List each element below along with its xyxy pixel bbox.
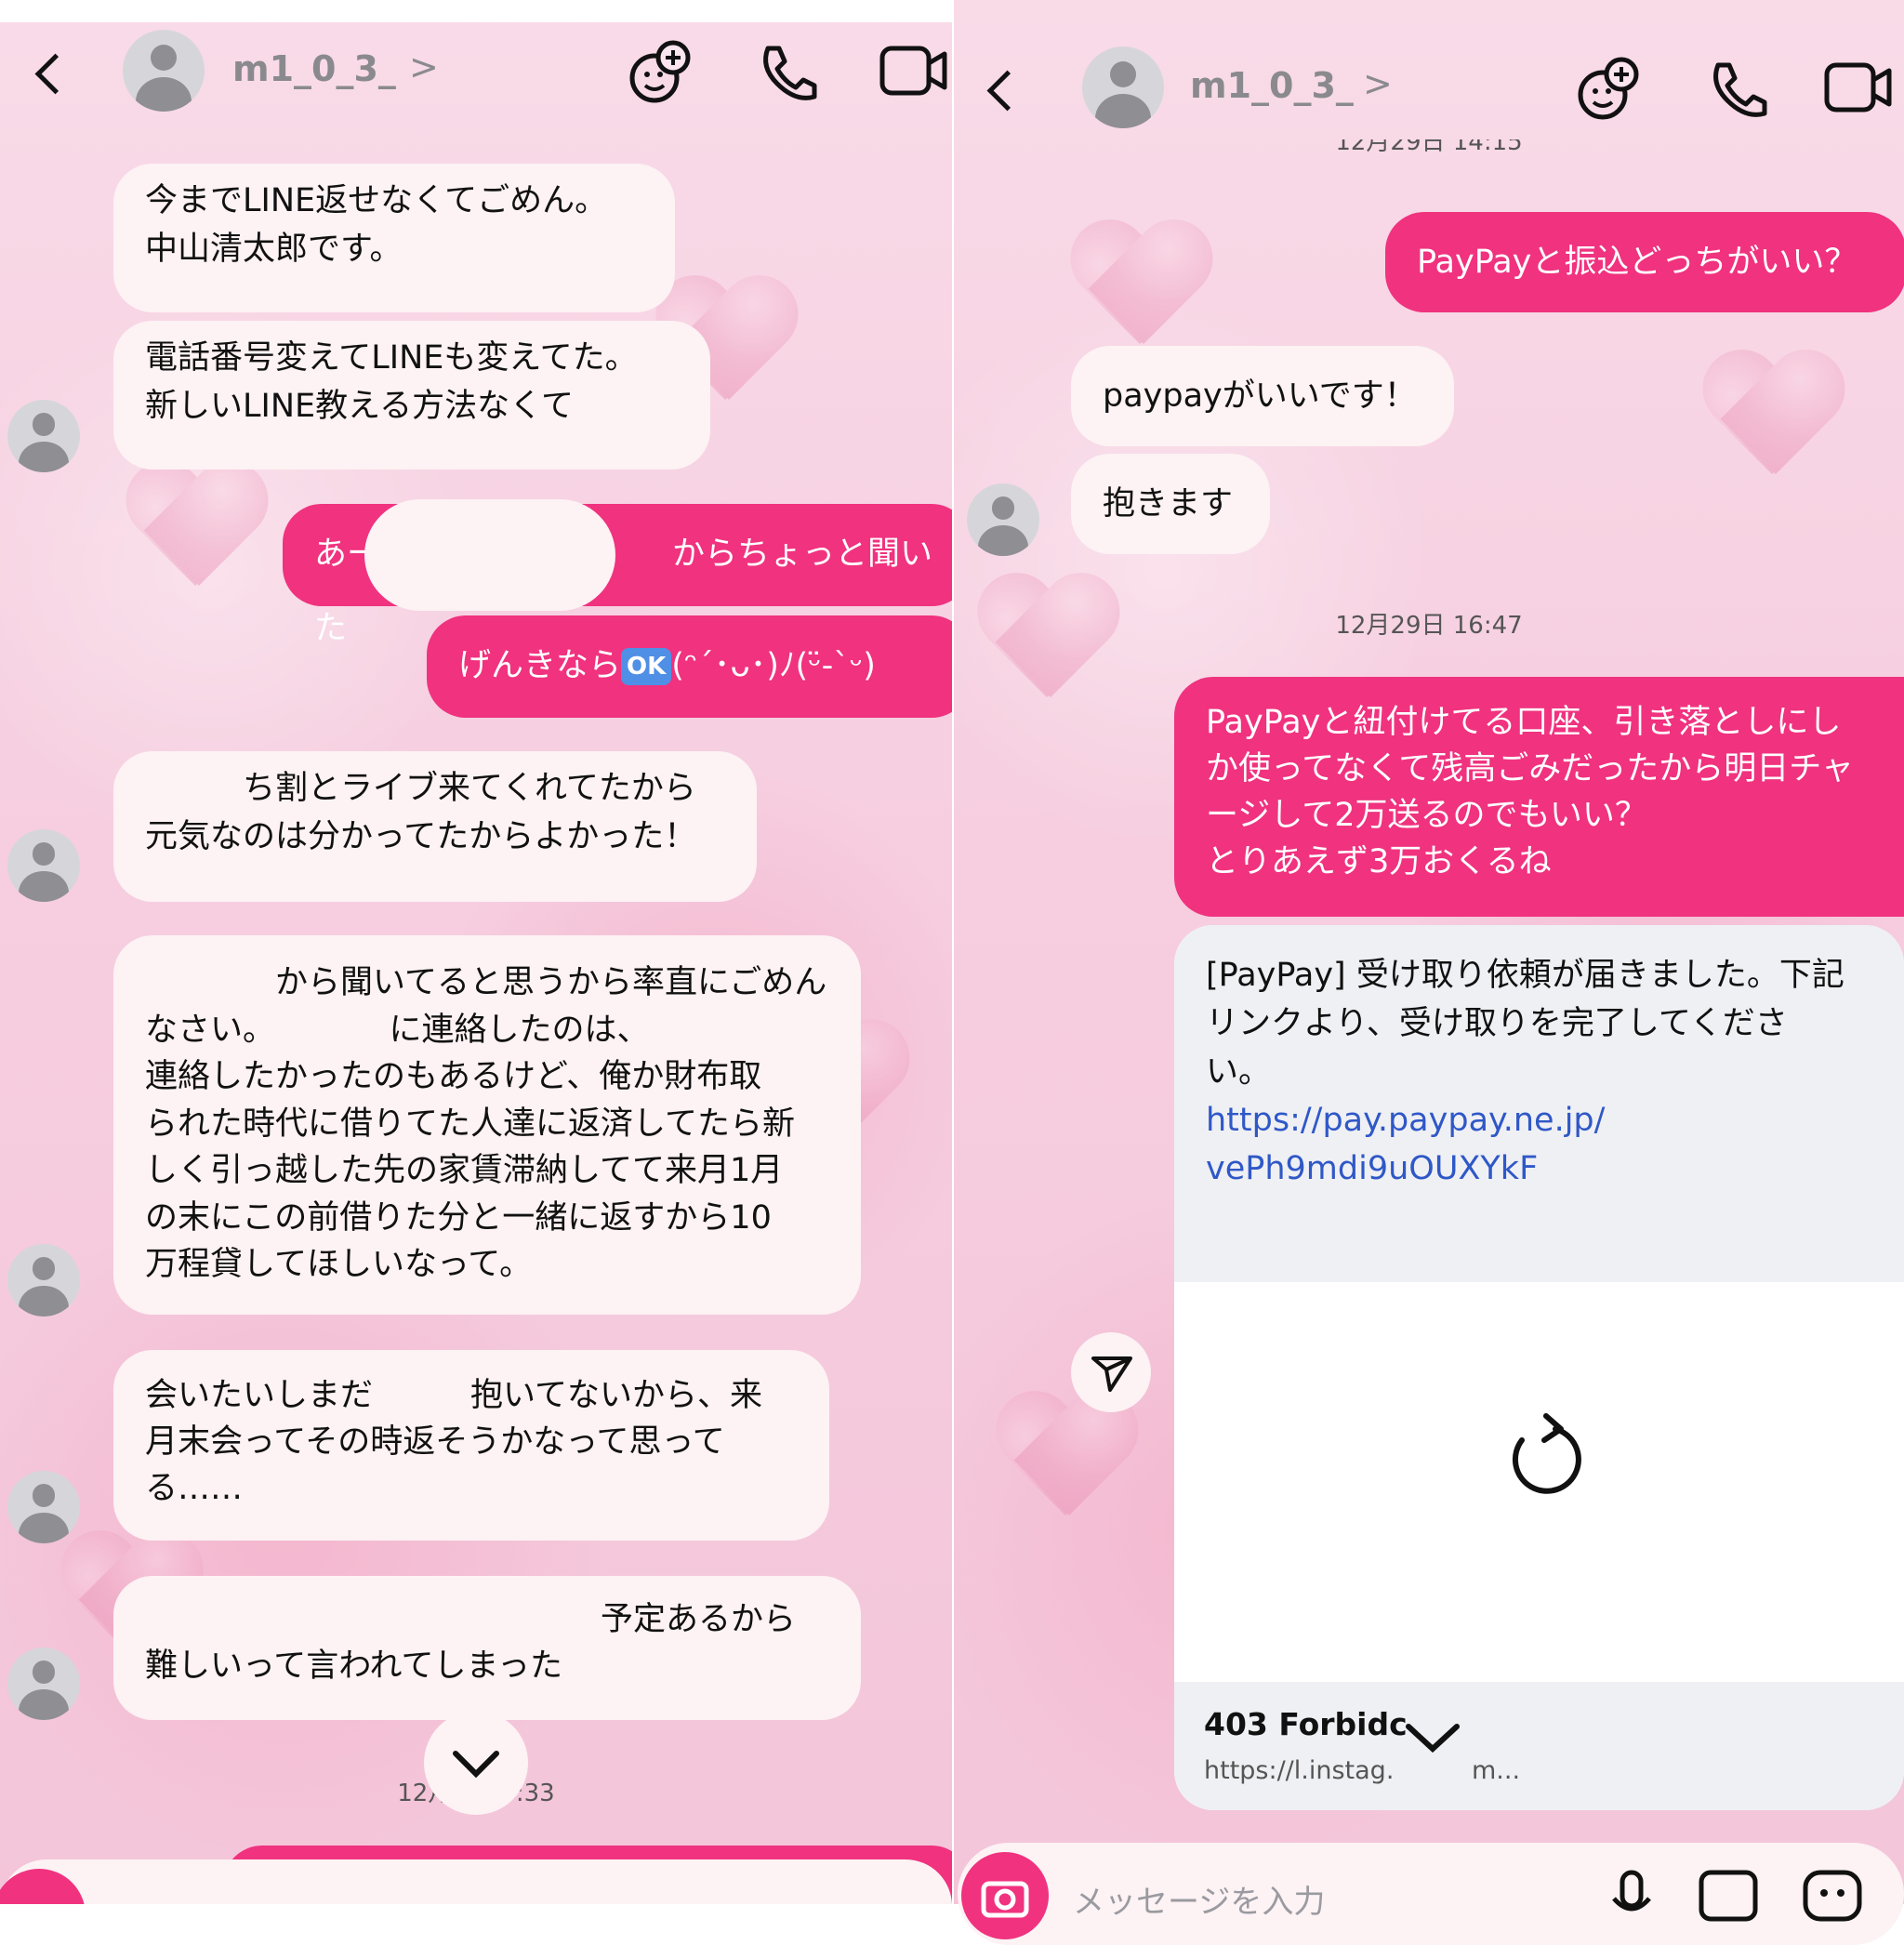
paypay-link-message[interactable]: [PayPay] 受け取り依頼が届きました。下記 リンクより、受け取りを完了して… (1174, 925, 1904, 1810)
phone-icon[interactable] (755, 41, 820, 106)
video-icon[interactable] (879, 43, 948, 99)
chevron-down-icon[interactable] (1395, 1710, 1470, 1766)
microphone-icon[interactable] (1608, 1867, 1655, 1932)
message-bubble-incoming[interactable]: 電話番号変えてLINEも変えてた。 新しいLINE教える方法なくて (113, 321, 710, 470)
back-icon[interactable] (34, 53, 76, 95)
avatar[interactable] (1082, 46, 1164, 128)
heart-decoration (1065, 223, 1214, 363)
camera-icon (981, 1881, 1029, 1918)
link-preview-title: 403 Forbidc (1204, 1706, 1408, 1742)
sender-avatar[interactable] (7, 1244, 80, 1317)
message-bubble-incoming[interactable]: 今までLINE返せなくてごめん。 中山清太郎です。 (113, 164, 675, 312)
video-icon[interactable] (1824, 60, 1893, 115)
phone-icon[interactable] (1705, 58, 1770, 123)
message-bubble-outgoing[interactable]: PayPayと紐付けてる口座、引き落としにし か使ってなくて残高ごみだったから明… (1174, 677, 1904, 917)
sender-avatar[interactable] (7, 829, 80, 902)
username[interactable]: m1_0_3_ (1190, 65, 1354, 106)
heart-decoration (121, 465, 270, 604)
username[interactable]: m1_0_3_ (232, 48, 396, 89)
message-bubble-incoming[interactable]: paypayがいいです！ (1071, 346, 1454, 446)
link-preview-host-tail: m... (1472, 1756, 1521, 1785)
chat-header: m1_0_3_ > (0, 22, 952, 134)
paypay-url-link[interactable]: https://pay.paypay.ne.jp/ vePh9mdi9uOUXY… (1206, 1102, 1605, 1187)
sender-avatar[interactable] (7, 1647, 80, 1720)
camera-button[interactable] (961, 1852, 1049, 1939)
message-bubble-incoming[interactable]: ち割とライブ来てくれてたから 元気なのは分かってたからよかった！ (113, 751, 757, 902)
message-composer[interactable] (0, 1859, 952, 1904)
sender-avatar[interactable] (7, 400, 80, 472)
reload-icon[interactable] (1500, 1409, 1593, 1502)
link-preview-footer: 403 Forbidc https://l.instag. m... (1174, 1682, 1904, 1810)
link-message-body: [PayPay] 受け取り依頼が届きました。下記 リンクより、受け取りを完了して… (1174, 925, 1904, 1282)
heart-decoration (991, 1395, 1140, 1534)
scroll-to-bottom-button[interactable] (424, 1711, 528, 1815)
avatar[interactable] (123, 30, 205, 112)
link-preview-host: https://l.instag. (1204, 1756, 1395, 1785)
sender-avatar[interactable] (967, 483, 1039, 556)
sticker-plus-icon[interactable] (1575, 56, 1642, 123)
sender-avatar[interactable] (7, 1471, 80, 1543)
link-message-text: [PayPay] 受け取り依頼が届きました。下記 リンクより、受け取りを完了して… (1206, 957, 1844, 1091)
back-icon[interactable] (986, 70, 1028, 112)
message-bubble-incoming[interactable]: から聞いてると思うから率直にごめん なさい。 に連絡したのは、 連絡したかったの… (113, 935, 861, 1315)
heart-decoration (972, 576, 1121, 716)
message-bubble-incoming[interactable]: 抱きます (1071, 454, 1270, 554)
timestamp: 12月29日 16:47 (1335, 612, 1523, 640)
share-button[interactable] (1071, 1332, 1151, 1412)
chevron-down-icon (453, 1751, 499, 1779)
ok-emoji-badge: OK (621, 648, 672, 685)
left-chat-screen: m1_0_3_ > 今までLINE返せなくてごめん。 中山清太郎です。 電話番号… (0, 0, 952, 1904)
sticker-plus-icon[interactable] (627, 39, 694, 106)
message-bubble-incoming[interactable]: 予定あるから 難しいって言われてしまった (113, 1576, 861, 1720)
gallery-icon[interactable] (1698, 1867, 1759, 1923)
timestamp-clip: 12月29日 14:15 (954, 139, 1904, 167)
send-icon (1091, 1356, 1132, 1392)
message-text: げんきなら (458, 647, 622, 684)
message-bubble-outgoing[interactable]: PayPayと振込どっちがいい？ (1385, 212, 1904, 312)
chevron-right-icon[interactable]: > (1363, 63, 1393, 104)
message-bubble-incoming[interactable]: 会いたいしまだ 抱いてないから、来 月末会ってその時返そうかなって思って る…… (113, 1350, 829, 1541)
message-bubble-outgoing[interactable]: げんきなら OK (ᵔ´･ᴗ･)ﾉ(ᵕ̈-`ᵕ) (427, 615, 952, 718)
message-text: (ᵔ´･ᴗ･)ﾉ(ᵕ̈-`ᵕ) (671, 647, 876, 684)
message-input-placeholder[interactable]: メッセージを入力 (1073, 1876, 1325, 1922)
timestamp: 12月29日 14:15 (1335, 139, 1523, 156)
chat-header: m1_0_3_ > (954, 37, 1904, 149)
redaction-blob (364, 499, 615, 611)
message-composer[interactable]: メッセージを入力 (958, 1843, 1904, 1945)
chevron-right-icon[interactable]: > (409, 46, 439, 87)
sticker-icon[interactable] (1802, 1867, 1863, 1923)
status-bar-strip (0, 0, 952, 22)
heart-decoration (1698, 353, 1846, 493)
